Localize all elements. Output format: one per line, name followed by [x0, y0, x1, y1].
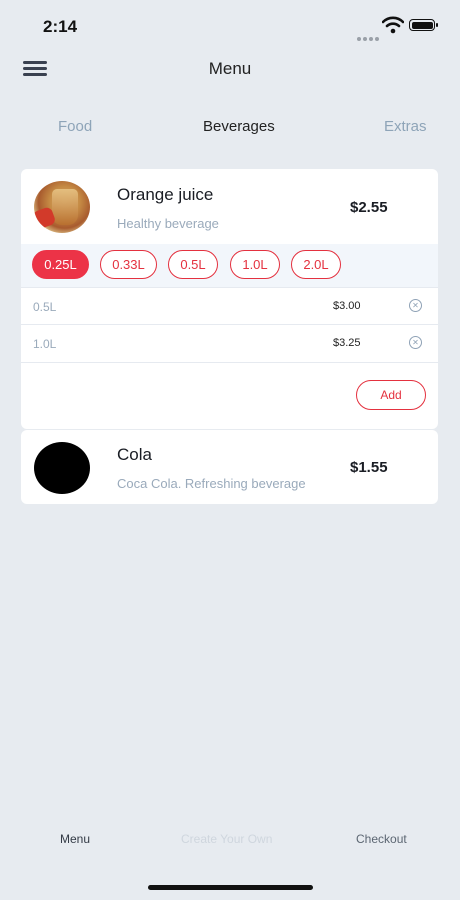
signal-icon	[357, 28, 381, 46]
added-item-size: 1.0L	[33, 337, 57, 351]
product-price: $2.55	[350, 199, 388, 216]
added-item-price: $3.00	[333, 300, 361, 312]
product-price: $1.55	[350, 459, 388, 476]
size-option-0.33l[interactable]: 0.33L	[100, 250, 157, 279]
size-option-0.5l[interactable]: 0.5L	[168, 250, 218, 279]
product-name: Orange juice	[117, 185, 214, 204]
divider	[21, 362, 438, 363]
page-title: Menu	[208, 59, 252, 78]
size-option-1.0l[interactable]: 1.0L	[230, 250, 280, 279]
remove-icon[interactable]: ✕	[409, 336, 422, 349]
product-name: Cola	[117, 445, 152, 464]
added-item-row: 1.0L $3.25 ✕	[21, 324, 438, 361]
nav-checkout[interactable]: Checkout	[356, 832, 407, 846]
product-card-cola[interactable]: Cola Coca Cola. Refreshing beverage $1.5…	[21, 430, 438, 504]
battery-icon	[409, 19, 438, 31]
cola-image	[34, 442, 90, 494]
status-time: 2:14	[43, 17, 78, 36]
remove-icon[interactable]: ✕	[409, 299, 422, 312]
wifi-icon	[382, 16, 404, 34]
tab-food[interactable]: Food	[58, 118, 92, 135]
nav-create-your-own[interactable]: Create Your Own	[181, 832, 272, 846]
product-description: Healthy beverage	[117, 216, 219, 231]
size-option-0.25l[interactable]: 0.25L	[32, 250, 89, 279]
tab-beverages[interactable]: Beverages	[203, 118, 275, 135]
status-bar: 2:14	[0, 0, 460, 52]
added-item-row: 0.5L $3.00 ✕	[21, 287, 438, 324]
added-item-size: 0.5L	[33, 300, 57, 314]
home-indicator[interactable]	[148, 885, 313, 890]
size-selector: 0.25L 0.33L 0.5L 1.0L 2.0L	[21, 244, 438, 287]
added-item-price: $3.25	[333, 337, 361, 349]
tab-extras[interactable]: Extras	[384, 118, 427, 135]
product-card-orange-juice[interactable]: Orange juice Healthy beverage $2.55 0.25…	[21, 169, 438, 429]
nav-menu[interactable]: Menu	[60, 832, 90, 846]
orange-juice-image	[34, 181, 90, 233]
add-button[interactable]: Add	[356, 380, 426, 410]
size-option-2.0l[interactable]: 2.0L	[291, 250, 341, 279]
product-description: Coca Cola. Refreshing beverage	[117, 476, 306, 491]
